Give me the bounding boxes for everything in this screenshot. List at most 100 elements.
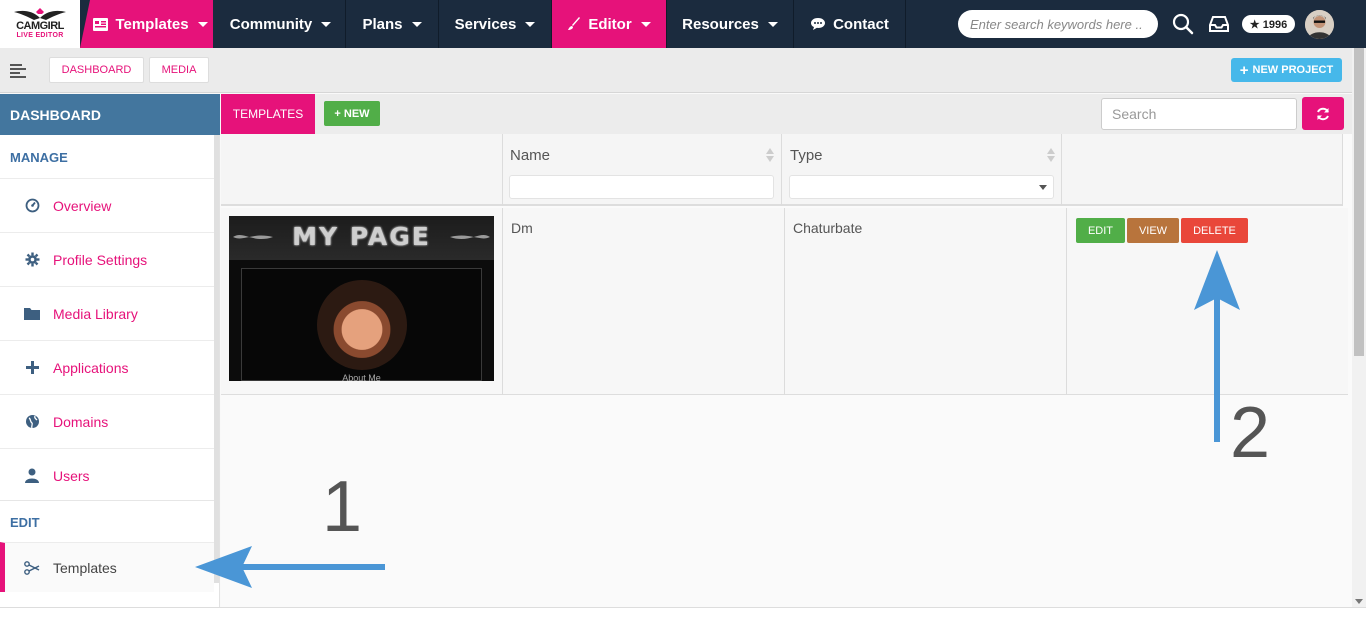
column-divider bbox=[784, 208, 785, 395]
nav-contact[interactable]: Contact bbox=[794, 0, 906, 48]
column-divider bbox=[1342, 134, 1343, 206]
dashboard-icon bbox=[24, 198, 40, 214]
sidebar: DASHBOARD MANAGE Overview Profile Settin… bbox=[0, 94, 220, 618]
column-divider bbox=[1066, 208, 1067, 395]
type-filter-select[interactable] bbox=[789, 175, 1054, 199]
column-header-type[interactable]: Type bbox=[790, 147, 823, 164]
sidebar-scrollbar[interactable] bbox=[214, 135, 219, 583]
brand-name: CAMGIRL bbox=[16, 20, 64, 32]
thumbnail-title: MY PAGE bbox=[292, 222, 431, 251]
plus-icon: + bbox=[1239, 61, 1249, 79]
refresh-button[interactable] bbox=[1302, 97, 1344, 130]
site-search-input[interactable] bbox=[958, 10, 1158, 38]
portrait-image bbox=[317, 280, 407, 370]
nav-editor[interactable]: Editor bbox=[552, 0, 667, 48]
sidebar-header[interactable]: DASHBOARD bbox=[0, 94, 220, 135]
scroll-down-arrow-icon[interactable] bbox=[1355, 599, 1363, 604]
sidebar-item-users[interactable]: Users bbox=[0, 448, 214, 502]
chevron-down-icon bbox=[767, 21, 778, 27]
site-logo[interactable]: CAMGIRL LIVE EDITOR bbox=[0, 0, 80, 48]
sidebar-item-label: Applications bbox=[53, 359, 129, 376]
sidebar-item-label: Profile Settings bbox=[53, 251, 148, 268]
annotation-step-2: 2 bbox=[1230, 393, 1271, 473]
user-icon bbox=[24, 468, 40, 484]
template-type: Chaturbate bbox=[793, 220, 863, 236]
footer-strip bbox=[0, 607, 1366, 618]
nav-community-label: Community bbox=[229, 15, 313, 33]
page-scrollbar[interactable] bbox=[1352, 48, 1366, 607]
sidebar-item-label: Media Library bbox=[53, 305, 138, 322]
view-button[interactable]: VIEW bbox=[1127, 218, 1179, 243]
sidebar-item-media-library[interactable]: Media Library bbox=[0, 286, 214, 340]
name-filter-input[interactable] bbox=[509, 175, 774, 199]
thumbnail-caption: About Me bbox=[342, 373, 381, 381]
sort-icon[interactable] bbox=[1047, 147, 1055, 163]
template-name: Dm bbox=[511, 220, 533, 236]
nav-plans[interactable]: Plans bbox=[346, 0, 439, 48]
sidebar-item-label: Templates bbox=[53, 559, 117, 576]
media-chip[interactable]: MEDIA bbox=[149, 57, 209, 83]
column-header-name[interactable]: Name bbox=[510, 147, 550, 164]
edit-button[interactable]: EDIT bbox=[1076, 218, 1125, 243]
brand-subtitle: LIVE EDITOR bbox=[16, 32, 64, 39]
template-thumbnail[interactable]: MY PAGE About Me bbox=[229, 216, 494, 381]
folder-icon bbox=[24, 306, 40, 322]
sidebar-item-label: Domains bbox=[53, 413, 109, 430]
sidebar-item-overview[interactable]: Overview bbox=[0, 178, 214, 232]
edit-section-label: EDIT bbox=[10, 515, 40, 530]
sidebar-item-profile-settings[interactable]: Profile Settings bbox=[0, 232, 214, 286]
chevron-down-icon bbox=[321, 21, 332, 27]
column-divider bbox=[502, 208, 503, 395]
sidebar-item-domains[interactable]: Domains bbox=[0, 394, 214, 448]
top-navbar: CAMGIRL LIVE EDITOR Templates Community … bbox=[0, 0, 1366, 48]
search-icon[interactable] bbox=[1172, 13, 1194, 35]
chevron-down-icon bbox=[525, 21, 536, 27]
inbox-icon[interactable] bbox=[1209, 14, 1229, 34]
nav-contact-label: Contact bbox=[833, 15, 889, 33]
refresh-icon bbox=[1317, 107, 1329, 120]
new-project-button[interactable]: + NEW PROJECT bbox=[1231, 58, 1342, 82]
nav-services[interactable]: Services bbox=[439, 0, 552, 48]
new-template-button[interactable]: + NEW bbox=[324, 101, 380, 126]
new-project-label: NEW PROJECT bbox=[1252, 64, 1334, 76]
column-divider bbox=[502, 134, 503, 206]
menu-toggle-icon[interactable] bbox=[10, 63, 28, 79]
scrollbar-thumb[interactable] bbox=[1354, 48, 1364, 356]
templates-icon bbox=[24, 560, 40, 576]
nav-plans-label: Plans bbox=[362, 15, 403, 33]
delete-button[interactable]: DELETE bbox=[1181, 218, 1248, 243]
plus-icon bbox=[24, 360, 40, 376]
chevron-down-icon bbox=[640, 21, 651, 27]
templates-tab[interactable]: TEMPLATES bbox=[221, 94, 315, 134]
template-search-input[interactable] bbox=[1101, 98, 1297, 130]
chat-bubble-icon bbox=[810, 17, 826, 31]
sidebar-item-label: Overview bbox=[53, 197, 112, 214]
sort-icon[interactable] bbox=[766, 147, 774, 163]
gear-icon bbox=[24, 252, 40, 268]
table-header: Name Type bbox=[221, 134, 1343, 206]
globe-icon bbox=[24, 414, 40, 430]
avatar[interactable] bbox=[1305, 10, 1334, 39]
chevron-down-icon bbox=[411, 21, 422, 27]
nav-resources-label: Resources bbox=[682, 15, 759, 33]
panel-toolbar: TEMPLATES + NEW bbox=[221, 94, 1352, 134]
sidebar-item-applications[interactable]: Applications bbox=[0, 340, 214, 394]
sidebar-item-templates[interactable]: Templates bbox=[0, 542, 214, 592]
table-row: MY PAGE About Me Dm Chaturbate EDIT VIEW… bbox=[221, 208, 1348, 395]
nav-editor-label: Editor bbox=[588, 15, 632, 33]
column-divider bbox=[781, 134, 782, 206]
annotation-step-1: 1 bbox=[322, 467, 363, 547]
chevron-down-icon bbox=[197, 21, 208, 27]
column-divider bbox=[1061, 134, 1062, 206]
templates-panel: TEMPLATES + NEW Name Type MY PAGE Ab bbox=[221, 94, 1352, 607]
dashboard-chip[interactable]: DASHBOARD bbox=[49, 57, 144, 83]
points-badge[interactable]: ★ 1996 bbox=[1242, 15, 1295, 33]
sub-toolbar: DASHBOARD MEDIA bbox=[0, 48, 1352, 93]
sidebar-item-label: Users bbox=[53, 467, 90, 484]
nav-resources[interactable]: Resources bbox=[667, 0, 794, 48]
nav-templates[interactable]: Templates bbox=[88, 0, 213, 48]
nav-community[interactable]: Community bbox=[216, 0, 346, 48]
divider bbox=[0, 500, 214, 501]
manage-section-label: MANAGE bbox=[10, 150, 68, 165]
nav-templates-label: Templates bbox=[115, 15, 189, 33]
